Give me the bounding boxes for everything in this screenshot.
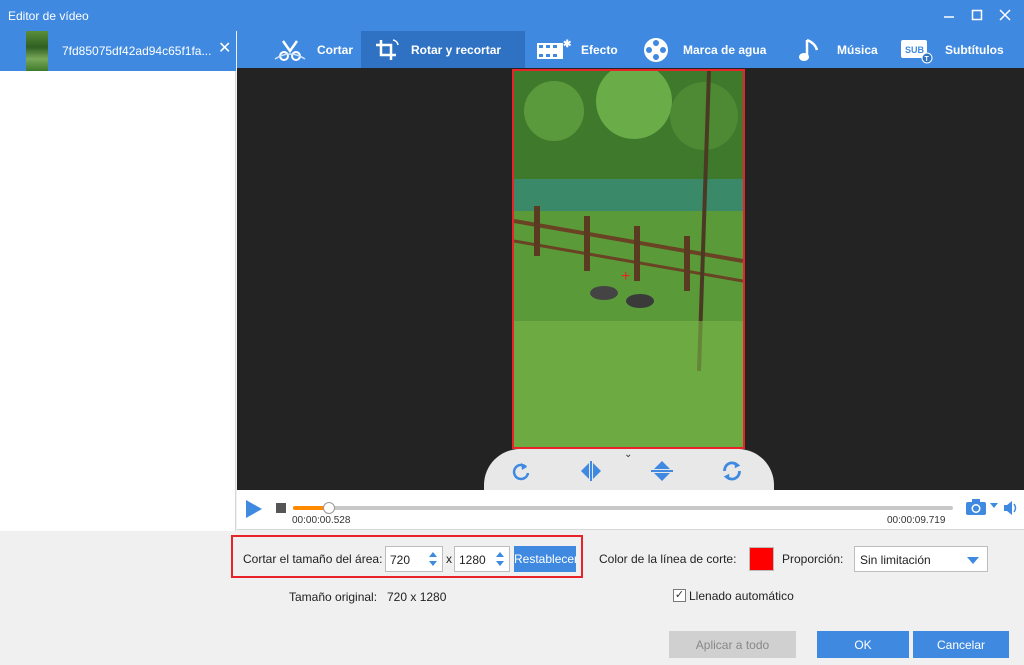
line-color-label: Color de la línea de corte: <box>599 552 737 566</box>
remove-file-icon[interactable]: ✕ <box>218 41 231 57</box>
chevron-down-icon[interactable]: ⌄ <box>624 449 632 460</box>
play-button[interactable] <box>245 499 263 519</box>
progress-slider[interactable] <box>293 502 953 514</box>
crop-width-stepper[interactable]: 720 <box>385 546 443 572</box>
music-note-icon <box>799 38 819 61</box>
tab-label: Música <box>837 42 878 57</box>
original-size-label: Tamaño original: <box>289 590 378 604</box>
flip-horizontal-button[interactable] <box>579 459 603 483</box>
window-title: Editor de vídeo <box>8 9 89 23</box>
maximize-icon <box>971 9 983 21</box>
rotate-clockwise-button[interactable] <box>509 459 533 483</box>
rotate-clockwise-icon <box>512 463 530 481</box>
flip-horizontal-icon <box>581 461 601 481</box>
svg-text:✱: ✱ <box>563 39 571 50</box>
crop-width-value: 720 <box>390 553 411 567</box>
video-scene <box>514 71 743 447</box>
progress-knob[interactable] <box>322 502 335 514</box>
volume-button[interactable] <box>1002 499 1020 517</box>
tab-cortar[interactable]: Cortar <box>269 31 357 68</box>
crop-center-marker[interactable]: + <box>621 269 630 285</box>
maximize-button[interactable] <box>966 4 988 26</box>
camera-icon <box>966 499 986 515</box>
title-bar: Editor de vídeo <box>0 0 1024 31</box>
film-reel-icon <box>644 37 668 62</box>
play-icon <box>246 500 262 518</box>
ratio-select[interactable]: Sin limitación <box>854 546 988 572</box>
film-effect-icon: ✱ <box>537 39 571 59</box>
line-color-swatch[interactable] <box>749 547 774 571</box>
crop-area-label: Cortar el tamaño del área: <box>243 552 383 566</box>
tab-rotar-recortar[interactable]: Rotar y recortar <box>361 31 525 68</box>
video-preview: + ⌄ <box>237 68 1024 490</box>
stepper-arrows-icon[interactable] <box>495 550 505 568</box>
flip-vertical-icon <box>651 461 673 481</box>
cancel-button[interactable]: Cancelar <box>913 631 1009 658</box>
reset-button[interactable]: Restablecer <box>514 546 576 572</box>
tab-efecto[interactable]: ✱ Efecto <box>535 31 618 68</box>
svg-text:T: T <box>925 56 930 63</box>
scissors-icon <box>274 39 306 61</box>
file-list: 7fd85075df42ad94c65f1fa... ✕ <box>0 31 236 531</box>
snapshot-button[interactable] <box>965 498 987 516</box>
snapshot-dropdown-icon[interactable] <box>990 503 998 508</box>
tab-label: Rotar y recortar <box>411 42 502 57</box>
ok-button[interactable]: OK <box>817 631 909 658</box>
tab-label: Subtítulos <box>945 42 1004 57</box>
tab-label: Efecto <box>581 42 618 57</box>
chevron-down-icon <box>967 557 979 564</box>
tab-label: Marca de agua <box>683 42 767 57</box>
subtitle-icon: SUBT <box>901 39 933 63</box>
original-size-value: 720 x 1280 <box>387 590 447 604</box>
apply-all-button[interactable]: Aplicar a todo <box>669 631 796 658</box>
autofill-checkbox[interactable]: ✓ <box>673 589 686 602</box>
video-thumbnail <box>26 31 48 71</box>
tab-label: Cortar <box>317 42 354 57</box>
minimize-icon <box>944 16 954 18</box>
flip-vertical-button[interactable] <box>650 459 674 483</box>
ratio-value: Sin limitación <box>860 553 931 567</box>
svg-text:SUB: SUB <box>905 45 925 55</box>
crop-rotate-icon <box>376 38 399 60</box>
crop-height-stepper[interactable]: 1280 <box>454 546 510 572</box>
tab-musica[interactable]: Música <box>797 31 878 68</box>
video-frame[interactable]: + <box>512 69 745 449</box>
file-name: 7fd85075df42ad94c65f1fa... <box>62 44 212 58</box>
minimize-button[interactable] <box>938 4 960 26</box>
rotate-refresh-button[interactable] <box>720 459 744 483</box>
current-time: 00:00:00.528 <box>292 515 351 526</box>
playback-bar: 00:00:00.528 00:00:09.719 <box>237 490 1024 530</box>
volume-icon <box>1004 501 1017 515</box>
close-button[interactable] <box>994 4 1016 26</box>
rotate-toolbar: ⌄ <box>484 449 774 490</box>
autofill-label: Llenado automático <box>689 589 794 603</box>
total-time: 00:00:09.719 <box>887 515 946 526</box>
size-separator: x <box>446 552 452 566</box>
editor-tabs: Cortar Rotar y recortar ✱ Efecto Marca d… <box>237 31 1024 68</box>
close-icon <box>999 9 1011 21</box>
crop-height-value: 1280 <box>459 553 486 567</box>
ratio-label: Proporción: <box>782 552 844 566</box>
tab-subtitulos[interactable]: SUB T Subtítulos <box>899 31 1004 68</box>
rotate-refresh-icon <box>723 461 741 481</box>
tab-marca-agua[interactable]: Marca de agua <box>641 31 766 68</box>
file-list-item[interactable]: 7fd85075df42ad94c65f1fa... ✕ <box>0 31 236 71</box>
stop-button[interactable] <box>276 503 286 513</box>
stepper-arrows-icon[interactable] <box>428 550 438 568</box>
